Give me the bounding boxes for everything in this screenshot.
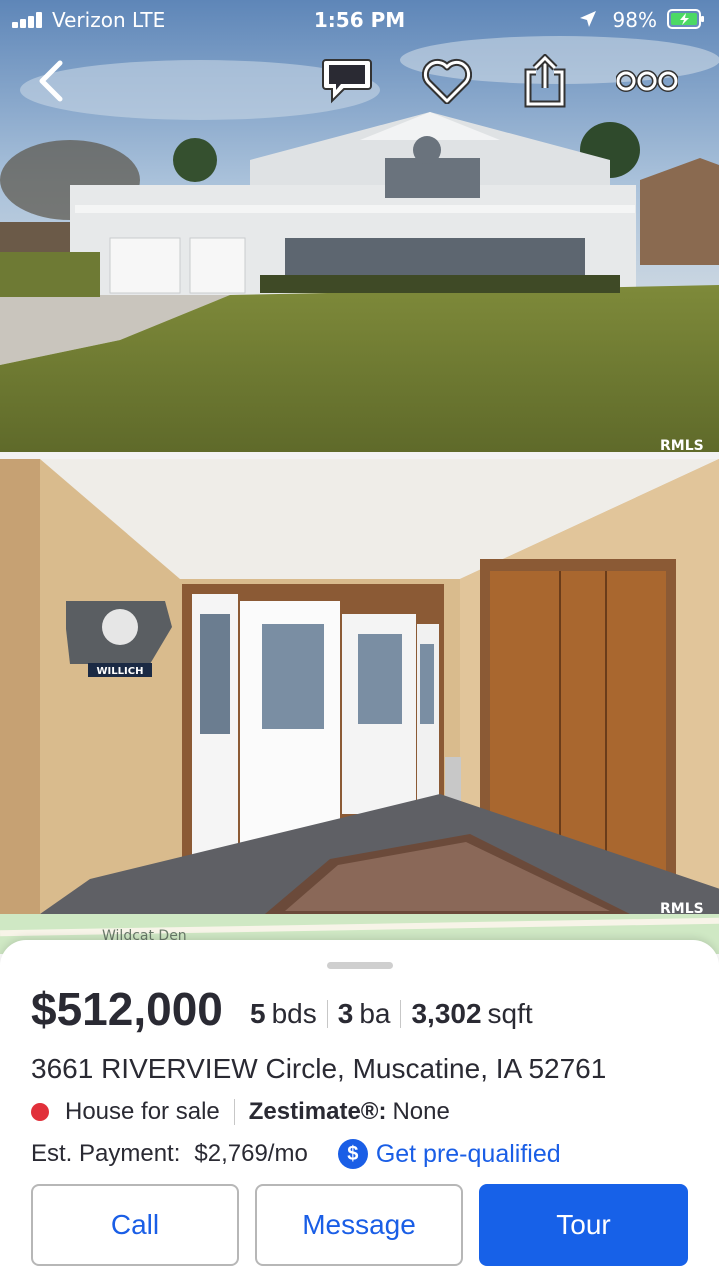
facts-divider: [326, 1000, 328, 1028]
call-button[interactable]: Call: [31, 1184, 239, 1266]
status-dot-icon: [31, 1103, 49, 1121]
payment-value: $2,769/mo: [194, 1140, 308, 1167]
share-icon: [524, 54, 566, 108]
heart-icon: [422, 58, 472, 104]
wall-sign-text: WILLICH: [97, 666, 144, 677]
more-icon: [616, 70, 678, 92]
share-button[interactable]: [516, 52, 574, 110]
baths-unit: ba: [359, 998, 391, 1029]
status-time: 1:56 PM: [313, 8, 406, 32]
payment-row: Est. Payment: $2,769/mo $ Get pre-qualif…: [31, 1139, 561, 1169]
photo-divider: [0, 452, 719, 459]
status-row: House for sale Zestimate®: None: [31, 1098, 450, 1126]
sheet-handle[interactable]: [327, 962, 393, 969]
back-icon: [39, 60, 63, 102]
more-button[interactable]: [612, 52, 682, 110]
baths-count: 3: [337, 998, 354, 1029]
listing-address: 3661 RIVERVIEW Circle, Muscatine, IA 527…: [31, 1053, 607, 1084]
photo-watermark: RMLS: [660, 901, 704, 914]
zestimate-value: None: [392, 1098, 450, 1125]
get-prequalified-link[interactable]: Get pre-qualified: [376, 1140, 561, 1169]
battery-icon: [667, 9, 704, 29]
location-icon: [580, 11, 596, 27]
chat-button[interactable]: [318, 52, 376, 110]
status-bar: Verizon LTE 1:56 PM 98%: [0, 0, 719, 40]
dollar-icon: $: [337, 1139, 368, 1169]
sqft-unit: sqft: [487, 998, 533, 1029]
tour-button[interactable]: Tour: [479, 1184, 688, 1266]
beds-count: 5: [250, 998, 266, 1029]
battery-percent: 98%: [612, 8, 657, 32]
payment-label: Est. Payment:: [31, 1140, 181, 1167]
back-button[interactable]: [22, 52, 80, 110]
message-button[interactable]: Message: [255, 1184, 463, 1266]
photo-watermark: RMLS: [660, 438, 704, 452]
listing-facts: 5 bds 3 ba 3,302 sqft: [250, 998, 533, 1030]
sqft-count: 3,302: [411, 998, 482, 1029]
status-divider: [233, 1099, 235, 1125]
chat-icon: [322, 59, 372, 104]
listing-price: $512,000: [31, 983, 223, 1035]
facts-divider: [400, 1000, 402, 1028]
listing-status: House for sale: [65, 1098, 220, 1125]
listing-sheet[interactable]: $512,000 5 bds 3 ba 3,302 sqft 3661 RIVE…: [0, 940, 719, 1279]
zestimate-label: Zestimate®:: [248, 1098, 387, 1125]
beds-unit: bds: [271, 998, 317, 1029]
entryway-photo[interactable]: WILLICH RMLS: [0, 459, 719, 914]
favorite-button[interactable]: [418, 52, 476, 110]
